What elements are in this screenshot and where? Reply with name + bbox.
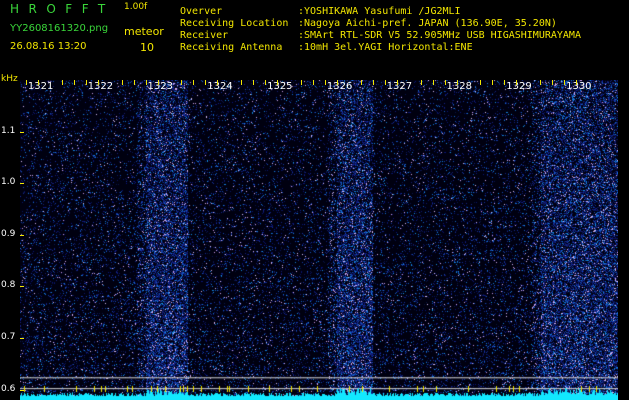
x-minor-tick	[504, 80, 506, 85]
x-minor-tick	[456, 80, 458, 85]
x-minor-tick	[193, 80, 195, 85]
x-minor-tick	[37, 80, 39, 85]
station-label: Overver	[180, 6, 223, 17]
x-minor-tick	[217, 80, 219, 85]
app-version: 1.00f	[124, 2, 148, 12]
observation-datetime: 26.08.16 13:20	[10, 41, 87, 52]
y-axis-unit: kHz	[1, 74, 18, 84]
x-minor-tick	[372, 80, 374, 85]
x-minor-tick	[241, 80, 243, 85]
x-tick-label: 1324	[207, 81, 233, 92]
image-filename: YY2608161320.png	[10, 23, 109, 34]
x-minor-tick	[564, 80, 566, 85]
x-minor-tick	[97, 80, 99, 85]
x-tick-label: 1323	[147, 81, 173, 92]
y-tick-label: 0.8	[1, 280, 16, 291]
x-tick-label: 1322	[87, 81, 114, 92]
x-minor-tick	[492, 80, 494, 85]
y-tick-label: 0.6	[1, 383, 16, 394]
hrofft-spectrogram-window: HROFFT 1.00f YY2608161320.png meteor 26.…	[0, 0, 629, 400]
app-brand: HROFFT	[10, 2, 115, 16]
x-tick-label: 1329	[506, 81, 532, 92]
observation-mode: meteor	[124, 25, 164, 38]
spectrogram-plot	[20, 80, 618, 400]
x-minor-tick	[516, 80, 518, 85]
x-minor-tick	[444, 80, 446, 85]
x-tick-label: 1326	[326, 81, 353, 92]
station-value: :YOSHIKAWA Yasufumi /JG2MLI	[298, 6, 461, 17]
station-label: Receiver	[180, 30, 229, 41]
x-minor-tick	[552, 80, 554, 85]
station-label: Receiving Location	[180, 18, 289, 29]
x-tick-label: 1325	[267, 81, 293, 92]
x-minor-tick	[313, 80, 315, 85]
y-tick-mark	[20, 389, 24, 391]
x-minor-tick	[61, 80, 63, 85]
x-minor-tick	[205, 80, 207, 85]
x-minor-tick	[277, 80, 279, 85]
x-minor-tick	[360, 80, 362, 85]
x-minor-tick	[396, 80, 398, 85]
x-minor-tick	[181, 80, 183, 85]
x-tick-label: 1330	[566, 81, 592, 92]
station-value: :10mH 3el.YAGI Horizontal:ENE	[298, 42, 473, 53]
x-tick-label: 1328	[446, 81, 472, 92]
x-minor-tick	[73, 80, 75, 85]
x-minor-tick	[480, 80, 482, 85]
y-tick-label: 0.9	[1, 228, 16, 239]
x-minor-tick	[432, 80, 434, 85]
meteor-count: 10	[140, 41, 154, 54]
x-minor-tick	[540, 80, 542, 85]
x-tick-label: 1321	[27, 81, 54, 92]
x-minor-tick	[420, 80, 422, 85]
x-minor-tick	[121, 80, 123, 85]
x-minor-tick	[145, 80, 147, 85]
y-tick-label: 1.0	[1, 177, 16, 188]
y-tick-mark	[20, 286, 24, 288]
x-minor-tick	[157, 80, 159, 85]
x-minor-tick	[384, 80, 386, 85]
y-tick-mark	[20, 131, 24, 133]
x-minor-tick	[336, 80, 338, 85]
y-tick-mark	[20, 234, 24, 236]
x-minor-tick	[265, 80, 267, 85]
x-minor-tick	[133, 80, 135, 85]
x-minor-tick	[301, 80, 303, 85]
y-tick-label: 0.7	[1, 332, 16, 343]
y-tick-mark	[20, 183, 24, 185]
station-label: Receiving Antenna	[180, 42, 283, 53]
station-value: :Nagoya Aichi-pref. JAPAN (136.90E, 35.2…	[298, 18, 557, 29]
station-value: :SMArt RTL-SDR V5 52.905MHz USB HIGASHIM…	[298, 30, 581, 41]
x-minor-tick	[25, 80, 27, 85]
y-tick-label: 1.1	[1, 125, 16, 136]
spectrogram-canvas	[20, 80, 618, 400]
y-tick-mark	[20, 338, 24, 340]
x-minor-tick	[253, 80, 255, 85]
x-tick-label: 1327	[386, 81, 413, 92]
x-minor-tick	[324, 80, 326, 85]
x-minor-tick	[85, 80, 87, 85]
x-minor-tick	[576, 80, 578, 85]
